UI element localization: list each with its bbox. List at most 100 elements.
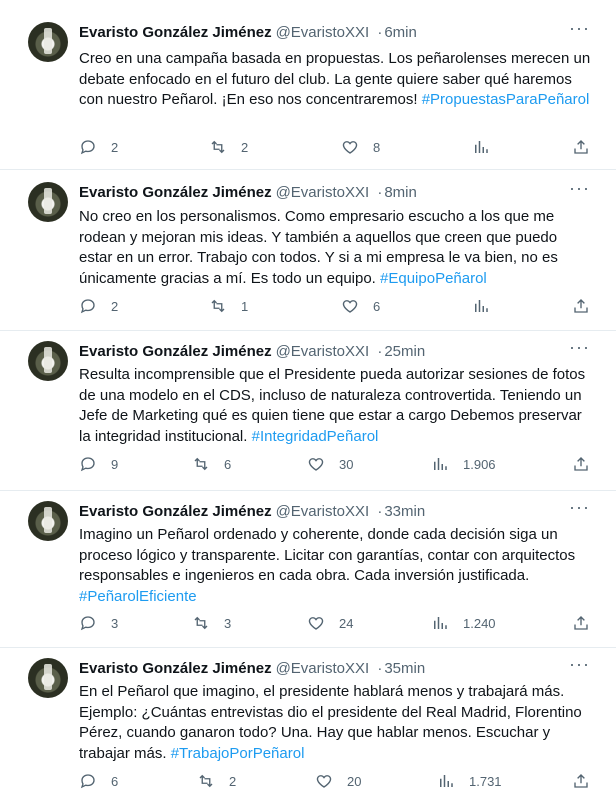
share-button[interactable] <box>572 772 590 790</box>
share-icon <box>574 616 588 630</box>
retweet-icon <box>211 140 225 154</box>
views-button[interactable]: 1.240 <box>431 614 496 632</box>
views-button[interactable]: 1.731 <box>437 772 502 790</box>
tweet-header: Evaristo González Jiménez @EvaristoXXI · 8… <box>79 184 417 201</box>
reply-icon <box>80 299 95 314</box>
like-button[interactable]: 20 <box>315 772 361 790</box>
reply-button[interactable]: 2 <box>79 138 118 156</box>
reply-count: 2 <box>111 298 119 314</box>
share-button[interactable] <box>572 138 590 156</box>
like-button[interactable]: 6 <box>341 297 380 315</box>
retweet-icon <box>194 616 208 630</box>
hashtag-link[interactable]: #EquipoPeñarol <box>380 270 487 287</box>
avatar[interactable] <box>28 658 68 698</box>
timestamp[interactable]: 6min <box>384 24 417 41</box>
tweet-header: Evaristo González Jiménez @EvaristoXXI · 3… <box>79 503 425 520</box>
author-name[interactable]: Evaristo González Jiménez <box>79 660 272 677</box>
reply-count: 9 <box>111 456 119 472</box>
hashtag-link[interactable]: #IntegridadPeñarol <box>252 428 379 445</box>
tweet[interactable]: Evaristo González Jiménez @EvaristoXXI · 3… <box>0 648 616 803</box>
reply-count: 2 <box>111 139 119 155</box>
retweet-button[interactable]: 2 <box>197 772 236 790</box>
separator: · <box>377 24 383 41</box>
views-count: 1.906 <box>463 456 496 472</box>
author-name[interactable]: Evaristo González Jiménez <box>79 343 272 360</box>
retweet-count: 6 <box>224 456 232 472</box>
views-button[interactable]: 1.906 <box>431 455 496 473</box>
share-icon <box>574 299 588 313</box>
more-icon[interactable]: ··· <box>569 654 590 675</box>
like-count: 8 <box>373 139 381 155</box>
like-button[interactable]: 8 <box>341 138 380 156</box>
tweet-body: Imagino un Peñarol ordenado y coherente,… <box>79 526 576 585</box>
reply-button[interactable]: 2 <box>79 297 118 315</box>
tweet-actions: 6 2 20 1.731 <box>79 772 590 794</box>
tweet[interactable]: Evaristo González Jiménez @EvaristoXXI · 2… <box>0 331 616 491</box>
more-icon[interactable]: ··· <box>569 18 590 39</box>
heart-icon <box>342 300 358 313</box>
avatar[interactable] <box>28 501 68 541</box>
more-icon[interactable]: ··· <box>569 178 590 199</box>
hashtag-link[interactable]: #TrabajoPorPeñarol <box>171 745 305 762</box>
retweet-icon <box>194 457 208 471</box>
avatar[interactable] <box>28 22 68 62</box>
hashtag-link[interactable]: #PropuestasParaPeñarol <box>422 91 590 108</box>
author-name[interactable]: Evaristo González Jiménez <box>79 503 272 520</box>
tweet-actions: 9 6 30 1.906 <box>79 455 590 477</box>
tweet[interactable]: Evaristo González Jiménez @EvaristoXXI · 6… <box>0 0 616 170</box>
like-count: 20 <box>347 773 362 789</box>
views-button[interactable] <box>472 138 504 156</box>
share-button[interactable] <box>572 297 590 315</box>
author-handle[interactable]: @EvaristoXXI <box>276 343 370 360</box>
timestamp[interactable]: 25min <box>384 343 425 360</box>
share-icon <box>574 140 588 154</box>
retweet-count: 3 <box>224 615 232 631</box>
tweet-text: Creo en una campaña basada en propuestas… <box>79 49 591 111</box>
retweet-button[interactable]: 1 <box>209 297 248 315</box>
tweet-actions: 3 3 24 1.240 <box>79 614 590 636</box>
author-handle[interactable]: @EvaristoXXI <box>276 24 370 41</box>
timestamp[interactable]: 35min <box>384 660 425 677</box>
share-icon <box>574 457 588 471</box>
reply-icon <box>80 140 95 155</box>
like-button[interactable]: 30 <box>307 455 353 473</box>
tweet[interactable]: Evaristo González Jiménez @EvaristoXXI · 3… <box>0 491 616 648</box>
retweet-count: 1 <box>241 298 249 314</box>
tweet[interactable]: Evaristo González Jiménez @EvaristoXXI · 8… <box>0 170 616 331</box>
more-icon[interactable]: ··· <box>569 337 590 358</box>
views-count: 1.731 <box>469 773 502 789</box>
like-count: 24 <box>339 615 354 631</box>
views-icon <box>440 775 453 787</box>
views-button[interactable] <box>472 297 504 315</box>
separator: · <box>377 503 383 520</box>
avatar[interactable] <box>28 182 68 222</box>
retweet-button[interactable]: 2 <box>209 138 248 156</box>
reply-icon <box>80 616 95 631</box>
share-button[interactable] <box>572 614 590 632</box>
author-handle[interactable]: @EvaristoXXI <box>276 660 370 677</box>
like-button[interactable]: 24 <box>307 614 353 632</box>
timestamp[interactable]: 33min <box>384 503 425 520</box>
like-count: 6 <box>373 298 381 314</box>
reply-count: 3 <box>111 615 119 631</box>
separator: · <box>377 184 383 201</box>
avatar[interactable] <box>28 341 68 381</box>
tweet-actions: 2 1 6 <box>79 297 590 319</box>
reply-button[interactable]: 9 <box>79 455 118 473</box>
timeline: Evaristo González Jiménez @EvaristoXXI · 6… <box>0 0 616 803</box>
author-handle[interactable]: @EvaristoXXI <box>276 503 370 520</box>
share-button[interactable] <box>572 455 590 473</box>
like-count: 30 <box>339 456 354 472</box>
retweet-button[interactable]: 3 <box>192 614 231 632</box>
reply-icon <box>80 774 95 789</box>
retweet-button[interactable]: 6 <box>192 455 231 473</box>
more-icon[interactable]: ··· <box>569 497 590 518</box>
reply-button[interactable]: 3 <box>79 614 118 632</box>
reply-button[interactable]: 6 <box>79 772 118 790</box>
tweet-body: En el Peñarol que imagino, el presidente… <box>79 683 582 762</box>
hashtag-link[interactable]: #PeñarolEficiente <box>79 588 197 605</box>
author-name[interactable]: Evaristo González Jiménez <box>79 184 272 201</box>
author-name[interactable]: Evaristo González Jiménez <box>79 24 272 41</box>
timestamp[interactable]: 8min <box>384 184 417 201</box>
author-handle[interactable]: @EvaristoXXI <box>276 184 370 201</box>
